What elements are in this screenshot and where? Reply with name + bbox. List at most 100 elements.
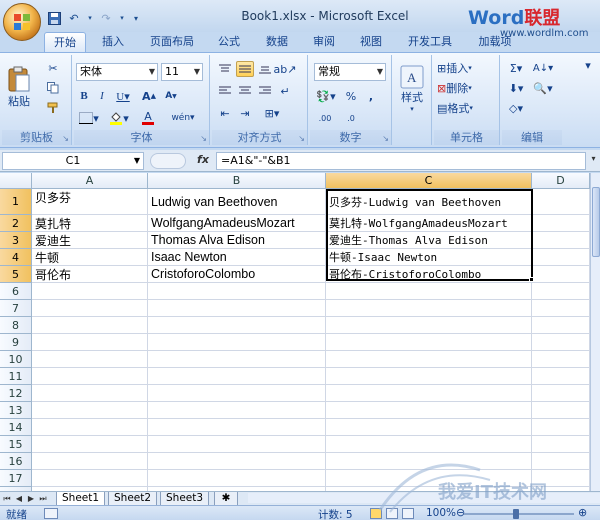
cell-d4[interactable]: [532, 249, 590, 266]
font-name-combo[interactable]: 宋体 ▼: [76, 63, 158, 81]
cell-c12[interactable]: [326, 385, 532, 402]
cell-c2[interactable]: 莫扎特-WolfgangAmadeusMozart: [326, 215, 532, 232]
ribbon-overflow-icon[interactable]: ▾: [580, 57, 596, 73]
column-header-c[interactable]: C: [326, 173, 532, 189]
format-painter-icon[interactable]: [44, 99, 62, 117]
horizontal-scrollbar[interactable]: [248, 493, 600, 503]
cell-c16[interactable]: [326, 453, 532, 470]
sheet-tab-sheet3[interactable]: Sheet3: [160, 492, 210, 506]
cell-a3[interactable]: 爱迪生: [32, 232, 148, 249]
cell-a6[interactable]: [32, 283, 148, 300]
bold-button[interactable]: B: [76, 87, 92, 105]
cell-b11[interactable]: [148, 368, 326, 385]
find-select-icon[interactable]: 🔍▾: [530, 79, 556, 97]
cell-d12[interactable]: [532, 385, 590, 402]
cell-a14[interactable]: [32, 419, 148, 436]
cell-a10[interactable]: [32, 351, 148, 368]
cell-a2[interactable]: 莫扎特: [32, 215, 148, 232]
cell-b13[interactable]: [148, 402, 326, 419]
vertical-scrollbar[interactable]: [590, 173, 600, 491]
tab-view[interactable]: 视图: [352, 32, 390, 52]
scroll-thumb[interactable]: [592, 187, 600, 257]
redo-icon[interactable]: ↷: [98, 10, 114, 26]
align-right-icon[interactable]: [256, 83, 274, 99]
cell-a5[interactable]: 哥伦布: [32, 266, 148, 283]
align-middle-icon[interactable]: [236, 61, 254, 77]
cell-c9[interactable]: [326, 334, 532, 351]
row-header[interactable]: 4: [0, 249, 32, 266]
page-layout-view-icon[interactable]: [386, 508, 398, 519]
align-left-icon[interactable]: [216, 83, 234, 99]
cell-a7[interactable]: [32, 300, 148, 317]
cell-c7[interactable]: [326, 300, 532, 317]
column-header-a[interactable]: A: [32, 173, 148, 189]
orientation-icon[interactable]: ab↗: [274, 61, 297, 77]
font-color-icon[interactable]: A: [136, 109, 160, 127]
sort-filter-icon[interactable]: A↓▾: [530, 59, 556, 77]
cell-c3[interactable]: 爱迪生-Thomas Alva Edison: [326, 232, 532, 249]
copy-icon[interactable]: [44, 79, 62, 97]
merge-center-icon[interactable]: ⊞▾: [260, 105, 284, 121]
cell-c6[interactable]: [326, 283, 532, 300]
cell-b17[interactable]: [148, 470, 326, 487]
cell-a4[interactable]: 牛顿: [32, 249, 148, 266]
expand-formula-bar-icon[interactable]: ▾: [588, 154, 599, 168]
undo-dropdown-icon[interactable]: ▾: [86, 10, 94, 26]
shrink-font-icon[interactable]: A ▼: [162, 87, 180, 105]
insert-cells-button[interactable]: ⊞ 插入 ▾: [436, 59, 496, 77]
delete-cells-button[interactable]: ⊠ 删除 ▾: [436, 79, 496, 97]
cell-b10[interactable]: [148, 351, 326, 368]
cell-b4[interactable]: Isaac Newton: [148, 249, 326, 266]
cell-c8[interactable]: [326, 317, 532, 334]
tab-add-ins[interactable]: 加载项: [470, 32, 520, 52]
cell-b1[interactable]: Ludwig van Beethoven: [148, 189, 326, 215]
cell-d11[interactable]: [532, 368, 590, 385]
cell-c11[interactable]: [326, 368, 532, 385]
sheet-tab-sheet2[interactable]: Sheet2: [108, 492, 158, 506]
cell-a17[interactable]: [32, 470, 148, 487]
cell-a8[interactable]: [32, 317, 148, 334]
sheet-tab-sheet1[interactable]: Sheet1: [56, 492, 106, 506]
align-top-icon[interactable]: [216, 61, 234, 77]
cell-c1[interactable]: 贝多芬-Ludwig van Beethoven: [326, 189, 532, 215]
format-cells-button[interactable]: ▤ 格式 ▾: [436, 99, 496, 117]
increase-indent-icon[interactable]: ⇥: [236, 105, 254, 121]
cell-d13[interactable]: [532, 402, 590, 419]
redo-dropdown-icon[interactable]: ▾: [118, 10, 126, 26]
align-center-icon[interactable]: [236, 83, 254, 99]
cell-d10[interactable]: [532, 351, 590, 368]
cell-b5[interactable]: CristoforoColombo: [148, 266, 326, 283]
phonetic-icon[interactable]: wén▾: [170, 109, 196, 127]
zoom-slider[interactable]: [464, 513, 574, 515]
insert-sheet-icon[interactable]: ✱: [214, 492, 238, 506]
row-header[interactable]: 9: [0, 334, 32, 351]
tab-page-layout[interactable]: 页面布局: [143, 32, 201, 52]
cell-d7[interactable]: [532, 300, 590, 317]
cell-c15[interactable]: [326, 436, 532, 453]
cell-c10[interactable]: [326, 351, 532, 368]
cell-b9[interactable]: [148, 334, 326, 351]
zoom-level[interactable]: 100%: [426, 507, 456, 519]
cell-d8[interactable]: [532, 317, 590, 334]
row-header[interactable]: 3: [0, 232, 32, 249]
tab-insert[interactable]: 插入: [94, 32, 132, 52]
decrease-decimal-icon[interactable]: .0: [340, 109, 362, 127]
cut-icon[interactable]: ✂: [44, 59, 62, 77]
row-header[interactable]: 7: [0, 300, 32, 317]
formula-bar-splitter[interactable]: [150, 153, 186, 169]
cell-b15[interactable]: [148, 436, 326, 453]
cell-b7[interactable]: [148, 300, 326, 317]
font-size-combo[interactable]: 11 ▼: [161, 63, 203, 81]
fill-handle[interactable]: [529, 277, 534, 282]
cell-d17[interactable]: [532, 470, 590, 487]
tab-developer[interactable]: 开发工具: [400, 32, 460, 52]
number-launcher-icon[interactable]: ↘: [382, 134, 389, 143]
office-button[interactable]: [3, 3, 41, 41]
grow-font-icon[interactable]: A ▲: [140, 87, 158, 105]
row-header[interactable]: 10: [0, 351, 32, 368]
row-header[interactable]: 13: [0, 402, 32, 419]
page-break-view-icon[interactable]: [402, 508, 414, 519]
cell-b2[interactable]: WolfgangAmadeusMozart: [148, 215, 326, 232]
cell-b14[interactable]: [148, 419, 326, 436]
macro-record-icon[interactable]: [44, 508, 58, 519]
